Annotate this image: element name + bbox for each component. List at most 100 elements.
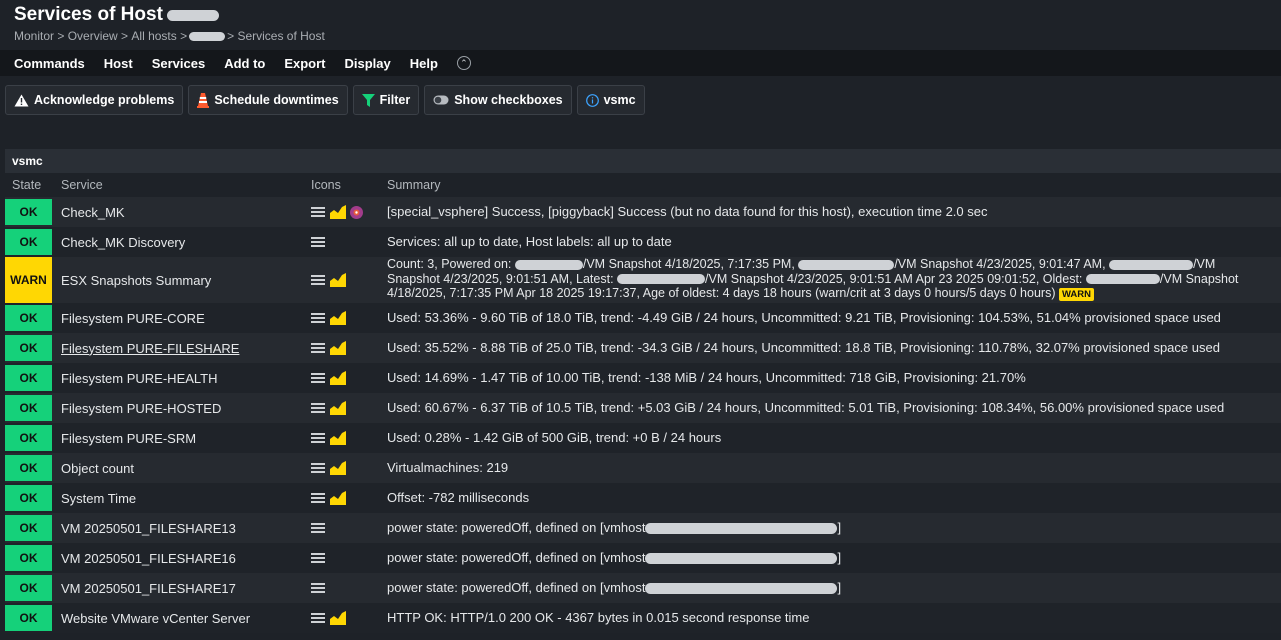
- filter-label: Filter: [379, 93, 411, 107]
- graph-icon[interactable]: [330, 273, 346, 287]
- menu-export[interactable]: Export: [284, 56, 325, 71]
- breadcrumb-monitor[interactable]: Monitor: [14, 29, 54, 43]
- service-summary: Count: 3, Powered on: /VM Snapshot 4/18/…: [387, 257, 1239, 302]
- traffic-cone-icon: [197, 92, 210, 108]
- action-menu-icon[interactable]: [311, 237, 325, 247]
- service-icons: [311, 311, 387, 325]
- menu-display[interactable]: Display: [345, 56, 391, 71]
- service-icons: [311, 553, 387, 563]
- graph-icon[interactable]: [330, 431, 346, 445]
- action-menu-icon[interactable]: [311, 613, 325, 623]
- action-menu-icon[interactable]: [311, 583, 325, 593]
- schedule-downtimes-button[interactable]: Schedule downtimes: [188, 85, 348, 115]
- action-menu-icon[interactable]: [311, 553, 325, 563]
- check-icon[interactable]: [349, 205, 364, 220]
- column-state[interactable]: State: [5, 173, 61, 197]
- collapse-menu-icon[interactable]: ⌃: [456, 56, 471, 70]
- redacted-host-crumb[interactable]: [189, 31, 226, 41]
- service-summary: Services: all up to date, Host labels: a…: [387, 233, 672, 249]
- acknowledge-problems-button[interactable]: Acknowledge problems: [5, 85, 184, 115]
- service-name[interactable]: Check_MK: [61, 205, 311, 220]
- service-name[interactable]: ESX Snapshots Summary: [61, 273, 311, 288]
- state-badge[interactable]: OK: [5, 199, 52, 225]
- table-row: OK Filesystem PURE-SRM Used: 0.28% - 1.4…: [5, 423, 1281, 453]
- service-summary: Used: 35.52% - 8.88 TiB of 25.0 TiB, tre…: [387, 339, 1220, 355]
- graph-icon[interactable]: [330, 311, 346, 325]
- service-name[interactable]: VM 20250501_FILESHARE16: [61, 551, 311, 566]
- action-menu-icon[interactable]: [311, 207, 325, 217]
- checkboxes-label: Show checkboxes: [454, 93, 563, 107]
- column-summary[interactable]: Summary: [387, 178, 1281, 193]
- action-menu-icon[interactable]: [311, 493, 325, 503]
- graph-icon[interactable]: [330, 371, 346, 385]
- graph-icon[interactable]: [330, 205, 346, 219]
- graph-icon[interactable]: [330, 611, 346, 625]
- service-name[interactable]: Filesystem PURE-HEALTH: [61, 371, 311, 386]
- breadcrumb-current: Services of Host: [237, 29, 325, 43]
- page-header: Services of Host Monitor > Overview > Al…: [0, 0, 1281, 50]
- menu-host[interactable]: Host: [104, 56, 133, 71]
- service-icons: [311, 237, 387, 247]
- state-badge[interactable]: OK: [5, 515, 52, 541]
- state-badge[interactable]: OK: [5, 545, 52, 571]
- action-menu-icon[interactable]: [311, 343, 325, 353]
- graph-icon[interactable]: [330, 341, 346, 355]
- state-badge[interactable]: WARN: [5, 257, 52, 303]
- site-vsmc-button[interactable]: vsmc: [576, 85, 645, 115]
- service-icons: [311, 401, 387, 415]
- state-badge[interactable]: OK: [5, 305, 52, 331]
- graph-icon[interactable]: [330, 461, 346, 475]
- state-badge[interactable]: OK: [5, 455, 52, 481]
- action-menu-icon[interactable]: [311, 373, 325, 383]
- state-badge[interactable]: OK: [5, 575, 52, 601]
- service-name[interactable]: Filesystem PURE-HOSTED: [61, 401, 311, 416]
- action-menu-icon[interactable]: [311, 275, 325, 285]
- state-badge[interactable]: OK: [5, 395, 52, 421]
- redacted-hostname: [166, 9, 219, 21]
- action-menu-icon[interactable]: [311, 313, 325, 323]
- service-name[interactable]: VM 20250501_FILESHARE17: [61, 581, 311, 596]
- service-name[interactable]: Filesystem PURE-SRM: [61, 431, 311, 446]
- breadcrumb-overview[interactable]: Overview: [68, 29, 118, 43]
- table-row: WARN ESX Snapshots Summary Count: 3, Pow…: [5, 257, 1281, 303]
- menu-help[interactable]: Help: [410, 56, 438, 71]
- service-name[interactable]: System Time: [61, 491, 311, 506]
- menu-add-to[interactable]: Add to: [224, 56, 265, 71]
- state-badge[interactable]: OK: [5, 425, 52, 451]
- service-icons: [311, 431, 387, 445]
- breadcrumb: Monitor > Overview > All hosts > > Servi…: [14, 29, 325, 43]
- state-badge[interactable]: OK: [5, 335, 52, 361]
- service-name[interactable]: Filesystem PURE-CORE: [61, 311, 311, 326]
- breadcrumb-all-hosts[interactable]: All hosts: [131, 29, 176, 43]
- service-link[interactable]: Filesystem PURE-FILESHARE: [61, 341, 239, 356]
- column-icons[interactable]: Icons: [311, 178, 387, 192]
- column-service[interactable]: Service: [61, 178, 311, 192]
- table-row: OK Filesystem PURE-CORE Used: 53.36% - 9…: [5, 303, 1281, 333]
- filter-button[interactable]: Filter: [352, 85, 420, 115]
- menu-commands[interactable]: Commands: [14, 56, 85, 71]
- state-badge[interactable]: OK: [5, 485, 52, 511]
- action-menu-icon[interactable]: [311, 523, 325, 533]
- service-name[interactable]: Object count: [61, 461, 311, 476]
- action-menu-icon[interactable]: [311, 403, 325, 413]
- action-menu-icon[interactable]: [311, 463, 325, 473]
- menu-services[interactable]: Services: [152, 56, 206, 71]
- service-summary: Offset: -782 milliseconds: [387, 489, 530, 505]
- service-summary: Virtualmachines: 219: [387, 459, 509, 475]
- group-header: vsmc: [5, 149, 1281, 173]
- state-badge[interactable]: OK: [5, 229, 52, 255]
- service-name[interactable]: Filesystem PURE-FILESHARE: [61, 341, 311, 356]
- action-menu-icon[interactable]: [311, 433, 325, 443]
- graph-icon[interactable]: [330, 401, 346, 415]
- service-name[interactable]: Website VMware vCenter Server: [61, 611, 311, 626]
- show-checkboxes-button[interactable]: Show checkboxes: [424, 85, 572, 115]
- toolbar: Acknowledge problems Schedule downtimes …: [5, 85, 650, 115]
- service-icons: [311, 371, 387, 385]
- graph-icon[interactable]: [330, 491, 346, 505]
- state-badge[interactable]: OK: [5, 365, 52, 391]
- service-icons: [311, 583, 387, 593]
- service-name[interactable]: VM 20250501_FILESHARE13: [61, 521, 311, 536]
- site-label: vsmc: [603, 93, 636, 107]
- state-badge[interactable]: OK: [5, 605, 52, 631]
- service-name[interactable]: Check_MK Discovery: [61, 235, 311, 250]
